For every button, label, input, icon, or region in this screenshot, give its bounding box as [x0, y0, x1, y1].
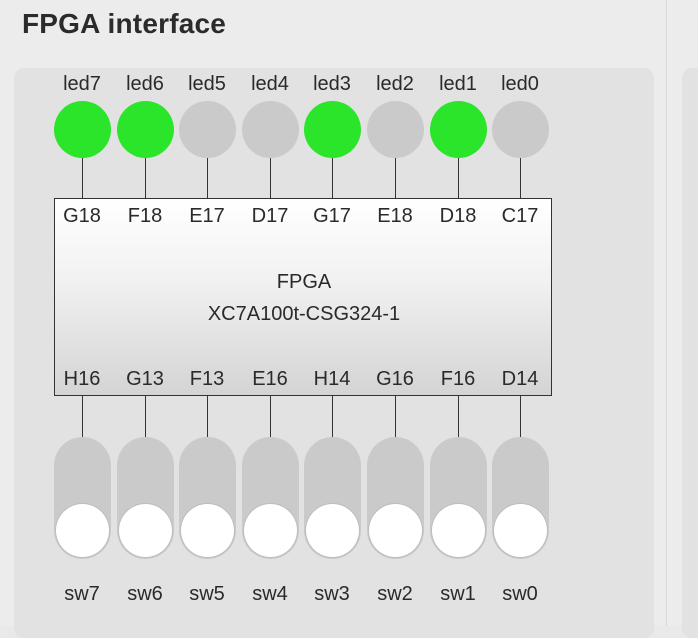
switch-knob[interactable] [119, 504, 172, 557]
led-indicator [367, 101, 424, 158]
switch-toggle[interactable] [179, 437, 236, 559]
switch-toggle[interactable] [367, 437, 424, 559]
led-label: led6 [126, 73, 164, 95]
switch-pin-label: G13 [126, 368, 164, 390]
switch-toggle[interactable] [54, 437, 111, 559]
switch-knob[interactable] [244, 504, 297, 557]
switch-knob[interactable] [432, 504, 485, 557]
switch-label: sw6 [127, 583, 163, 605]
switch-toggle[interactable] [430, 437, 487, 559]
led-pin-label: E18 [377, 205, 413, 227]
switch-knob[interactable] [369, 504, 422, 557]
switch-wire [270, 396, 271, 437]
led-wire [207, 158, 208, 199]
led-pin-label: F18 [127, 205, 163, 227]
switch-toggle[interactable] [242, 437, 299, 559]
led-label: led4 [251, 73, 289, 95]
led-wire [458, 158, 459, 199]
led-wire [520, 158, 521, 199]
led-label: led1 [439, 73, 477, 95]
led-wire [145, 158, 146, 199]
led-indicator [54, 101, 111, 158]
switch-pin-label: H14 [313, 368, 351, 390]
switch-label: sw7 [64, 583, 100, 605]
switch-pin-label: F13 [189, 368, 225, 390]
switch-knob[interactable] [306, 504, 359, 557]
led-label: led7 [63, 73, 101, 95]
app-window: FPGA interface led7 led6 led5 led4 led3 led2 l… [0, 0, 698, 638]
led-pin-label: D18 [439, 205, 477, 227]
led-pin-label: E17 [189, 205, 225, 227]
switch-label: sw3 [314, 583, 350, 605]
switch-knob[interactable] [56, 504, 109, 557]
switch-knob[interactable] [181, 504, 234, 557]
switch-wire [145, 396, 146, 437]
led-wire [332, 158, 333, 199]
switch-label: sw0 [502, 583, 538, 605]
led-indicator [242, 101, 299, 158]
led-indicator [430, 101, 487, 158]
switch-wire [332, 396, 333, 437]
switch-pin-label: H16 [63, 368, 101, 390]
chip-name: FPGA [276, 271, 332, 293]
switch-label: sw4 [252, 583, 288, 605]
switch-pin-label: G16 [376, 368, 414, 390]
page-title: FPGA interface [22, 8, 227, 39]
led-pin-label: G17 [313, 205, 351, 227]
chip-part-number: XC7A100t-CSG324-1 [207, 303, 401, 325]
led-indicator [117, 101, 174, 158]
led-label: led2 [376, 73, 414, 95]
switch-wire [395, 396, 396, 437]
led-indicator [304, 101, 361, 158]
switch-wire [520, 396, 521, 437]
switch-pin-label: D14 [501, 368, 539, 390]
led-label: led5 [188, 73, 226, 95]
led-label: led0 [501, 73, 539, 95]
switch-wire [458, 396, 459, 437]
switch-label: sw5 [189, 583, 225, 605]
led-wire [395, 158, 396, 199]
led-indicator [492, 101, 549, 158]
side-panel [682, 68, 698, 638]
led-wire [82, 158, 83, 199]
led-pin-label: G18 [63, 205, 101, 227]
led-pin-label: C17 [501, 205, 539, 227]
switch-wire [207, 396, 208, 437]
led-indicator [179, 101, 236, 158]
switch-toggle[interactable] [117, 437, 174, 559]
switch-knob[interactable] [494, 504, 547, 557]
switch-label: sw1 [440, 583, 476, 605]
led-wire [270, 158, 271, 199]
switch-wire [82, 396, 83, 437]
led-pin-label: D17 [251, 205, 289, 227]
led-label: led3 [313, 73, 351, 95]
switch-pin-label: E16 [252, 368, 288, 390]
switch-label: sw2 [377, 583, 413, 605]
switch-toggle[interactable] [304, 437, 361, 559]
switch-toggle[interactable] [492, 437, 549, 559]
switch-pin-label: F16 [440, 368, 476, 390]
